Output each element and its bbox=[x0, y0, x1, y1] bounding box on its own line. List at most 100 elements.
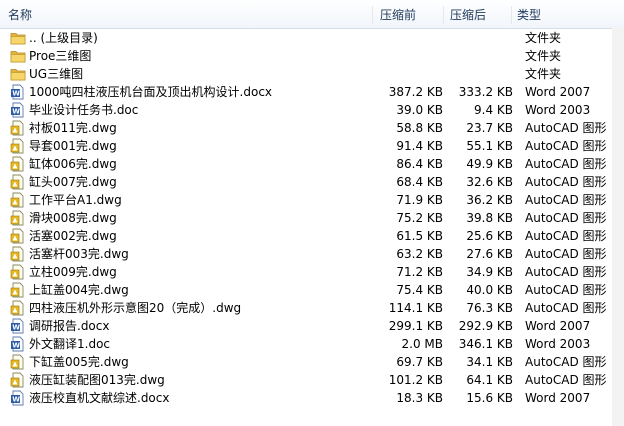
dwg-file-icon bbox=[10, 228, 26, 244]
folder-icon bbox=[10, 48, 26, 64]
column-divider[interactable] bbox=[443, 6, 444, 24]
column-divider[interactable] bbox=[511, 6, 512, 24]
original-size: 387.2 KB bbox=[388, 85, 443, 99]
file-row[interactable]: 活塞002完.dwg 61.5 KB 25.6 KB AutoCAD 图形 bbox=[0, 227, 624, 245]
file-type: Word 2007 bbox=[525, 391, 591, 405]
original-size: 18.3 KB bbox=[396, 391, 443, 405]
file-name: .. (上级目录) bbox=[29, 31, 98, 45]
original-size: 2.0 MB bbox=[401, 337, 443, 351]
original-size: 86.4 KB bbox=[396, 157, 443, 171]
file-name: 上缸盖004完.dwg bbox=[29, 283, 129, 297]
original-size: 58.8 KB bbox=[396, 121, 443, 135]
file-row[interactable]: W 液压校直机文献综述.docx 18.3 KB 15.6 KB Word 2007 bbox=[0, 389, 624, 407]
file-row[interactable]: Proe三维图 文件夹 bbox=[0, 47, 624, 65]
file-type: AutoCAD 图形 bbox=[525, 373, 607, 387]
file-row[interactable]: 活塞杆003完.dwg 63.2 KB 27.6 KB AutoCAD 图形 bbox=[0, 245, 624, 263]
compressed-size: 25.6 KB bbox=[466, 229, 513, 243]
file-row[interactable]: 液压缸装配图013完.dwg 101.2 KB 64.1 KB AutoCAD 图形 bbox=[0, 371, 624, 389]
dwg-file-icon bbox=[10, 282, 26, 298]
folder-icon bbox=[10, 30, 26, 46]
file-type: Word 2007 bbox=[525, 319, 591, 333]
file-type: AutoCAD 图形 bbox=[525, 247, 607, 261]
column-header-original-size[interactable]: 压缩前 bbox=[380, 0, 416, 28]
file-name: 滑块008完.dwg bbox=[29, 211, 117, 225]
file-row[interactable]: 工作平台A1.dwg 71.9 KB 36.2 KB AutoCAD 图形 bbox=[0, 191, 624, 209]
compressed-size: 15.6 KB bbox=[466, 391, 513, 405]
file-type: Word 2007 bbox=[525, 85, 591, 99]
svg-text:W: W bbox=[12, 324, 20, 332]
compressed-size: 76.3 KB bbox=[466, 301, 513, 315]
file-row[interactable]: W 外文翻译1.doc 2.0 MB 346.1 KB Word 2003 bbox=[0, 335, 624, 353]
word-doc-icon: W bbox=[10, 102, 26, 118]
compressed-size: 23.7 KB bbox=[466, 121, 513, 135]
column-header-bar: 名称 压缩前 压缩后 类型 bbox=[0, 0, 624, 29]
compressed-size: 64.1 KB bbox=[466, 373, 513, 387]
file-type: AutoCAD 图形 bbox=[525, 283, 607, 297]
vertical-scrollbar[interactable] bbox=[612, 28, 624, 426]
column-header-name[interactable]: 名称 bbox=[8, 0, 32, 28]
original-size: 39.0 KB bbox=[396, 103, 443, 117]
file-type: AutoCAD 图形 bbox=[525, 157, 607, 171]
file-name: 液压缸装配图013完.dwg bbox=[29, 373, 165, 387]
file-type: AutoCAD 图形 bbox=[525, 301, 607, 315]
svg-text:W: W bbox=[12, 90, 20, 98]
file-row[interactable]: 下缸盖005完.dwg 69.7 KB 34.1 KB AutoCAD 图形 bbox=[0, 353, 624, 371]
file-name: 立柱009完.dwg bbox=[29, 265, 117, 279]
compressed-size: 55.1 KB bbox=[466, 139, 513, 153]
dwg-file-icon bbox=[10, 354, 26, 370]
original-size: 68.4 KB bbox=[396, 175, 443, 189]
dwg-file-icon bbox=[10, 192, 26, 208]
dwg-file-icon bbox=[10, 156, 26, 172]
svg-text:W: W bbox=[12, 396, 20, 404]
file-type: AutoCAD 图形 bbox=[525, 175, 607, 189]
dwg-file-icon bbox=[10, 120, 26, 136]
column-header-type[interactable]: 类型 bbox=[517, 0, 541, 28]
original-size: 75.4 KB bbox=[396, 283, 443, 297]
file-row[interactable]: 衬板011完.dwg 58.8 KB 23.7 KB AutoCAD 图形 bbox=[0, 119, 624, 137]
file-name: 外文翻译1.doc bbox=[29, 337, 111, 351]
compressed-size: 49.9 KB bbox=[466, 157, 513, 171]
file-row[interactable]: 立柱009完.dwg 71.2 KB 34.9 KB AutoCAD 图形 bbox=[0, 263, 624, 281]
file-row[interactable]: 滑块008完.dwg 75.2 KB 39.8 KB AutoCAD 图形 bbox=[0, 209, 624, 227]
file-type: AutoCAD 图形 bbox=[525, 121, 607, 135]
file-name: 导套001完.dwg bbox=[29, 139, 117, 153]
original-size: 71.9 KB bbox=[396, 193, 443, 207]
file-row[interactable]: 导套001完.dwg 91.4 KB 55.1 KB AutoCAD 图形 bbox=[0, 137, 624, 155]
file-row[interactable]: 四柱液压机外形示意图20（完成）.dwg 114.1 KB 76.3 KB AutoC… bbox=[0, 299, 624, 317]
file-row[interactable]: 上缸盖004完.dwg 75.4 KB 40.0 KB AutoCAD 图形 bbox=[0, 281, 624, 299]
file-row[interactable]: W 调研报告.docx 299.1 KB 292.9 KB Word 2007 bbox=[0, 317, 624, 335]
dwg-file-icon bbox=[10, 372, 26, 388]
compressed-size: 292.9 KB bbox=[458, 319, 513, 333]
file-type: 文件夹 bbox=[525, 67, 562, 81]
file-row[interactable]: UG三维图 文件夹 bbox=[0, 65, 624, 83]
file-name: 四柱液压机外形示意图20（完成）.dwg bbox=[29, 301, 242, 315]
compressed-size: 40.0 KB bbox=[466, 283, 513, 297]
file-row[interactable]: W 1000吨四柱液压机台面及顶出机构设计.docx 387.2 KB 333.2 K… bbox=[0, 83, 624, 101]
compressed-size: 32.6 KB bbox=[466, 175, 513, 189]
archive-file-list-window: 名称 压缩前 压缩后 类型 .. (上级目录) 文件夹 Proe三维图 文件夹 UG三维… bbox=[0, 0, 624, 426]
compressed-size: 333.2 KB bbox=[458, 85, 513, 99]
file-row[interactable]: W 毕业设计任务书.doc 39.0 KB 9.4 KB Word 2003 bbox=[0, 101, 624, 119]
file-row[interactable]: 缸头007完.dwg 68.4 KB 32.6 KB AutoCAD 图形 bbox=[0, 173, 624, 191]
dwg-file-icon bbox=[10, 138, 26, 154]
column-header-compressed-size[interactable]: 压缩后 bbox=[450, 0, 486, 28]
column-divider[interactable] bbox=[372, 6, 373, 24]
file-name: 1000吨四柱液压机台面及顶出机构设计.docx bbox=[29, 85, 273, 99]
dwg-file-icon bbox=[10, 174, 26, 190]
file-type: Word 2003 bbox=[525, 103, 591, 117]
file-name: 衬板011完.dwg bbox=[29, 121, 117, 135]
file-name: 下缸盖005完.dwg bbox=[29, 355, 129, 369]
compressed-size: 9.4 KB bbox=[474, 103, 513, 117]
file-name: 缸体006完.dwg bbox=[29, 157, 117, 171]
file-type: 文件夹 bbox=[525, 31, 562, 45]
file-name: Proe三维图 bbox=[29, 49, 92, 63]
compressed-size: 34.9 KB bbox=[466, 265, 513, 279]
compressed-size: 36.2 KB bbox=[466, 193, 513, 207]
original-size: 91.4 KB bbox=[396, 139, 443, 153]
file-row[interactable]: 缸体006完.dwg 86.4 KB 49.9 KB AutoCAD 图形 bbox=[0, 155, 624, 173]
file-type: AutoCAD 图形 bbox=[525, 139, 607, 153]
file-type: Word 2003 bbox=[525, 337, 591, 351]
word-doc-icon: W bbox=[10, 390, 26, 406]
file-type: 文件夹 bbox=[525, 49, 562, 63]
file-row[interactable]: .. (上级目录) 文件夹 bbox=[0, 29, 624, 47]
